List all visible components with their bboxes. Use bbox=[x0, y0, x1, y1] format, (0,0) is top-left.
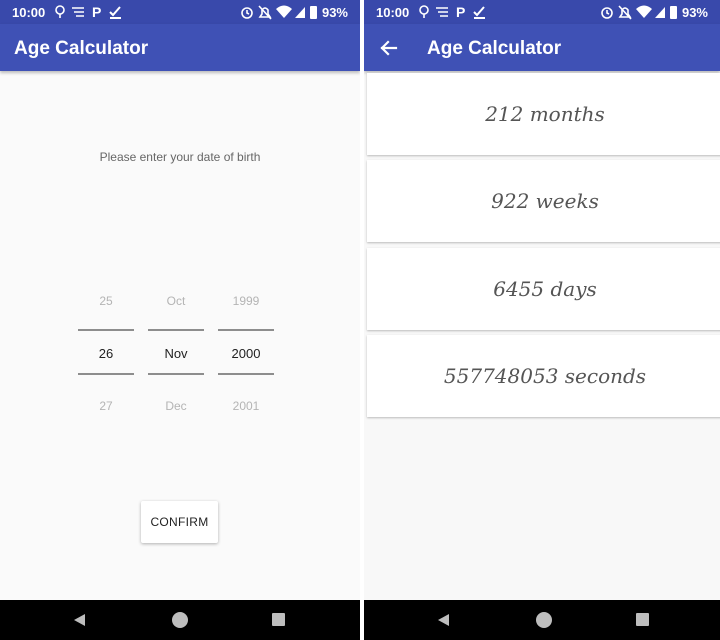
month-next[interactable]: Dec bbox=[148, 399, 204, 413]
app-bar: Age Calculator bbox=[0, 24, 360, 71]
signal-icon bbox=[72, 7, 84, 17]
results-screen: 10:00 P 93% Age Calculator 212 months 92… bbox=[364, 0, 720, 640]
day-selected[interactable]: 26 bbox=[78, 346, 134, 361]
day-divider-bottom bbox=[78, 373, 134, 375]
app-title: Age Calculator bbox=[14, 38, 149, 59]
cell-signal-icon bbox=[655, 7, 665, 18]
status-left-icons: P bbox=[55, 4, 121, 20]
home-circle-icon[interactable] bbox=[536, 612, 552, 628]
signal-icon bbox=[436, 7, 448, 17]
battery-percent: 93% bbox=[681, 5, 708, 20]
month-selected[interactable]: Nov bbox=[148, 346, 204, 361]
result-card-months: 212 months bbox=[367, 73, 720, 155]
day-prev[interactable]: 25 bbox=[78, 294, 134, 308]
notifications-off-icon bbox=[258, 5, 272, 20]
wifi-icon bbox=[276, 5, 292, 18]
day-divider-top bbox=[78, 329, 134, 331]
svg-text:P: P bbox=[456, 4, 465, 20]
month-divider-bottom bbox=[148, 373, 204, 375]
status-left-icons: P bbox=[419, 4, 485, 20]
result-months: 212 months bbox=[485, 102, 605, 126]
nav-bar bbox=[0, 600, 360, 640]
result-card-days: 6455 days bbox=[367, 248, 720, 330]
lightbulb-icon bbox=[419, 5, 429, 18]
result-weeks: 922 weeks bbox=[491, 189, 599, 213]
status-time: 10:00 bbox=[12, 5, 46, 20]
month-picker[interactable]: Oct Nov Dec bbox=[148, 290, 204, 420]
notifications-off-icon bbox=[618, 5, 632, 20]
nav-bar bbox=[364, 600, 720, 640]
wifi-icon bbox=[636, 5, 652, 18]
month-prev[interactable]: Oct bbox=[148, 294, 204, 308]
parking-icon: P bbox=[92, 4, 101, 20]
checkmark-icon bbox=[473, 6, 485, 19]
year-next[interactable]: 2001 bbox=[218, 399, 274, 413]
back-arrow-icon[interactable] bbox=[376, 35, 402, 61]
home-circle-icon[interactable] bbox=[172, 612, 188, 628]
year-prev[interactable]: 1999 bbox=[218, 294, 274, 308]
year-picker[interactable]: 1999 2000 2001 bbox=[218, 290, 274, 420]
cell-signal-icon bbox=[295, 7, 305, 18]
result-seconds: 557748053 seconds bbox=[443, 364, 647, 388]
status-bar: 10:00 P 93% bbox=[0, 0, 360, 24]
back-triangle-icon[interactable] bbox=[73, 613, 87, 627]
dob-prompt: Please enter your date of birth bbox=[99, 150, 261, 164]
year-selected[interactable]: 2000 bbox=[218, 346, 274, 361]
lightbulb-icon bbox=[55, 5, 65, 18]
alarm-icon bbox=[601, 7, 613, 19]
result-card-weeks: 922 weeks bbox=[367, 160, 720, 242]
app-title: Age Calculator bbox=[427, 38, 562, 59]
status-time: 10:00 bbox=[376, 5, 410, 20]
confirm-button[interactable]: CONFIRM bbox=[141, 501, 218, 543]
back-triangle-icon[interactable] bbox=[437, 613, 451, 627]
month-divider-top bbox=[148, 329, 204, 331]
year-divider-bottom bbox=[218, 373, 274, 375]
checkmark-icon bbox=[109, 6, 121, 19]
result-card-seconds: 557748053 seconds bbox=[367, 335, 720, 417]
result-days: 6455 days bbox=[493, 277, 597, 301]
battery-icon bbox=[670, 6, 677, 19]
year-divider-top bbox=[218, 329, 274, 331]
parking-icon: P bbox=[456, 4, 465, 20]
alarm-icon bbox=[241, 7, 253, 19]
recents-square-icon[interactable] bbox=[272, 613, 285, 626]
recents-square-icon[interactable] bbox=[636, 613, 649, 626]
day-next[interactable]: 27 bbox=[78, 399, 134, 413]
battery-percent: 93% bbox=[321, 5, 348, 20]
battery-icon bbox=[310, 6, 317, 19]
app-bar: Age Calculator bbox=[364, 24, 720, 71]
date-entry-screen: 10:00 P 93% Age Calculator Please enter … bbox=[0, 0, 360, 640]
status-bar: 10:00 P 93% bbox=[364, 0, 720, 24]
status-right-icons bbox=[241, 5, 317, 20]
status-right-icons bbox=[601, 5, 677, 20]
day-picker[interactable]: 25 26 27 bbox=[78, 290, 134, 420]
svg-text:P: P bbox=[92, 4, 101, 20]
